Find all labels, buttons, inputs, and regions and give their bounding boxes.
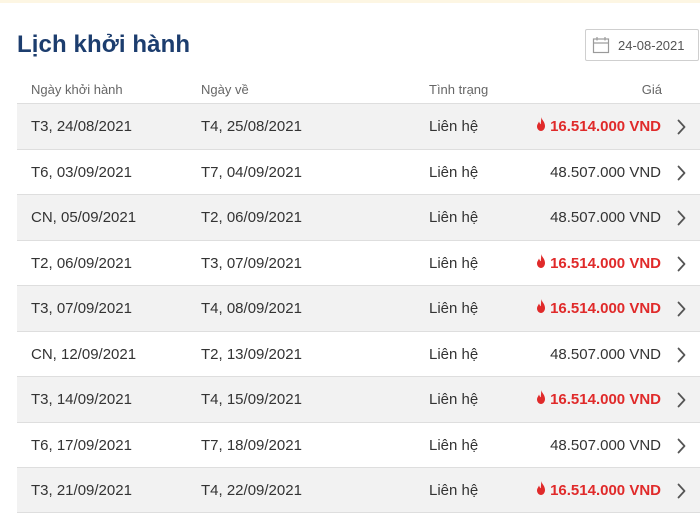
table-row[interactable]: T3, 07/09/2021 T4, 08/09/2021 Liên hệ 16.51… — [17, 285, 700, 331]
fire-icon — [536, 390, 546, 408]
table-row[interactable]: CN, 12/09/2021 T2, 13/09/2021 Liên hệ 48.50… — [17, 330, 700, 377]
fire-icon — [536, 253, 546, 272]
chevron-right-icon[interactable] — [677, 392, 686, 412]
status-text: Liên hệ — [429, 118, 479, 135]
price-value: 16.514.000 VND — [550, 118, 661, 135]
status-text: Liên hệ — [429, 391, 479, 408]
promo-price: 16.514.000 VND — [536, 390, 661, 408]
price: 48.507.000 VND — [550, 346, 661, 363]
price: 48.507.000 VND — [550, 209, 661, 226]
fire-icon — [536, 299, 546, 317]
return-date: T4, 25/08/2021 — [201, 118, 302, 135]
return-date: T2, 06/09/2021 — [201, 209, 302, 226]
promo-price: 16.514.000 VND — [536, 299, 661, 317]
column-header-status: Tình trạng — [429, 82, 489, 97]
return-date: T7, 18/09/2021 — [201, 436, 302, 454]
status-text: Liên hệ — [429, 436, 479, 454]
column-header-departure: Ngày khởi hành — [31, 82, 123, 97]
schedule-table: T3, 24/08/2021 T4, 25/08/2021 Liên hệ 16.51… — [17, 103, 700, 513]
departure-date: T3, 07/09/2021 — [31, 300, 132, 317]
chevron-right-icon[interactable] — [677, 210, 686, 230]
return-date: T3, 07/09/2021 — [201, 254, 302, 272]
table-row[interactable]: T6, 03/09/2021 T7, 04/09/2021 Liên hệ 48.50… — [17, 148, 700, 195]
promo-price: 16.514.000 VND — [536, 117, 661, 135]
departure-date: T3, 24/08/2021 — [31, 118, 132, 135]
price: 48.507.000 VND — [550, 437, 661, 454]
fire-icon — [536, 481, 546, 499]
price-value: 48.507.000 VND — [550, 436, 661, 454]
fire-icon — [536, 117, 546, 135]
status-text: Liên hệ — [429, 163, 479, 181]
price-value: 16.514.000 VND — [550, 300, 661, 317]
chevron-right-icon[interactable] — [677, 256, 686, 276]
chevron-right-icon[interactable] — [677, 301, 686, 321]
return-date: T4, 08/09/2021 — [201, 300, 302, 317]
price-value: 16.514.000 VND — [550, 254, 661, 272]
table-row[interactable]: T3, 14/09/2021 T4, 15/09/2021 Liên hệ 16.51… — [17, 376, 700, 422]
departure-date: T3, 14/09/2021 — [31, 391, 132, 408]
column-header-price: Giá — [641, 82, 662, 97]
calendar-icon — [592, 36, 610, 54]
departure-date: T6, 03/09/2021 — [31, 163, 132, 181]
chevron-right-icon[interactable] — [677, 119, 686, 139]
price: 48.507.000 VND — [550, 164, 661, 181]
table-row[interactable]: T3, 21/09/2021 T4, 22/09/2021 Liên hệ 16.51… — [17, 467, 700, 513]
table-row[interactable]: T2, 06/09/2021 T3, 07/09/2021 Liên hệ 16.51… — [17, 239, 700, 286]
date-picker[interactable]: 24-08-2021 — [585, 29, 699, 61]
departure-date: CN, 05/09/2021 — [31, 209, 137, 226]
status-text: Liên hệ — [429, 209, 479, 226]
price-value: 48.507.000 VND — [550, 163, 661, 181]
price-value: 16.514.000 VND — [550, 482, 661, 499]
status-text: Liên hệ — [429, 482, 479, 499]
price-value: 48.507.000 VND — [550, 345, 661, 363]
chevron-right-icon[interactable] — [677, 483, 686, 503]
departure-date: CN, 12/09/2021 — [31, 345, 137, 363]
header: Lịch khởi hành 24-08-2021 — [17, 28, 700, 68]
schedule-panel: Lịch khởi hành 24-08-2021 Ngày khởi hành… — [0, 0, 700, 514]
table-row[interactable]: T3, 24/08/2021 T4, 25/08/2021 Liên hệ 16.51… — [17, 103, 700, 149]
departure-date: T6, 17/09/2021 — [31, 436, 132, 454]
chevron-right-icon[interactable] — [677, 347, 686, 367]
table-header: Ngày khởi hành Ngày về Tình trạng Giá — [0, 82, 700, 98]
chevron-right-icon[interactable] — [677, 438, 686, 458]
table-row[interactable]: CN, 05/09/2021 T2, 06/09/2021 Liên hệ 48.50… — [17, 194, 700, 240]
departure-date: T3, 21/09/2021 — [31, 482, 132, 499]
table-row[interactable]: T6, 17/09/2021 T7, 18/09/2021 Liên hệ 48.50… — [17, 421, 700, 468]
departure-date: T2, 06/09/2021 — [31, 254, 132, 272]
status-text: Liên hệ — [429, 300, 479, 317]
date-picker-value: 24-08-2021 — [618, 37, 685, 53]
promo-price: 16.514.000 VND — [536, 253, 661, 272]
return-date: T4, 22/09/2021 — [201, 482, 302, 499]
price-value: 48.507.000 VND — [550, 209, 661, 226]
status-text: Liên hệ — [429, 254, 479, 272]
page-title: Lịch khởi hành — [17, 31, 191, 58]
price-value: 16.514.000 VND — [550, 391, 661, 408]
return-date: T2, 13/09/2021 — [201, 345, 302, 363]
column-header-return: Ngày về — [201, 82, 249, 97]
return-date: T4, 15/09/2021 — [201, 391, 302, 408]
chevron-right-icon[interactable] — [677, 165, 686, 185]
promo-price: 16.514.000 VND — [536, 481, 661, 499]
return-date: T7, 04/09/2021 — [201, 163, 302, 181]
status-text: Liên hệ — [429, 345, 479, 363]
